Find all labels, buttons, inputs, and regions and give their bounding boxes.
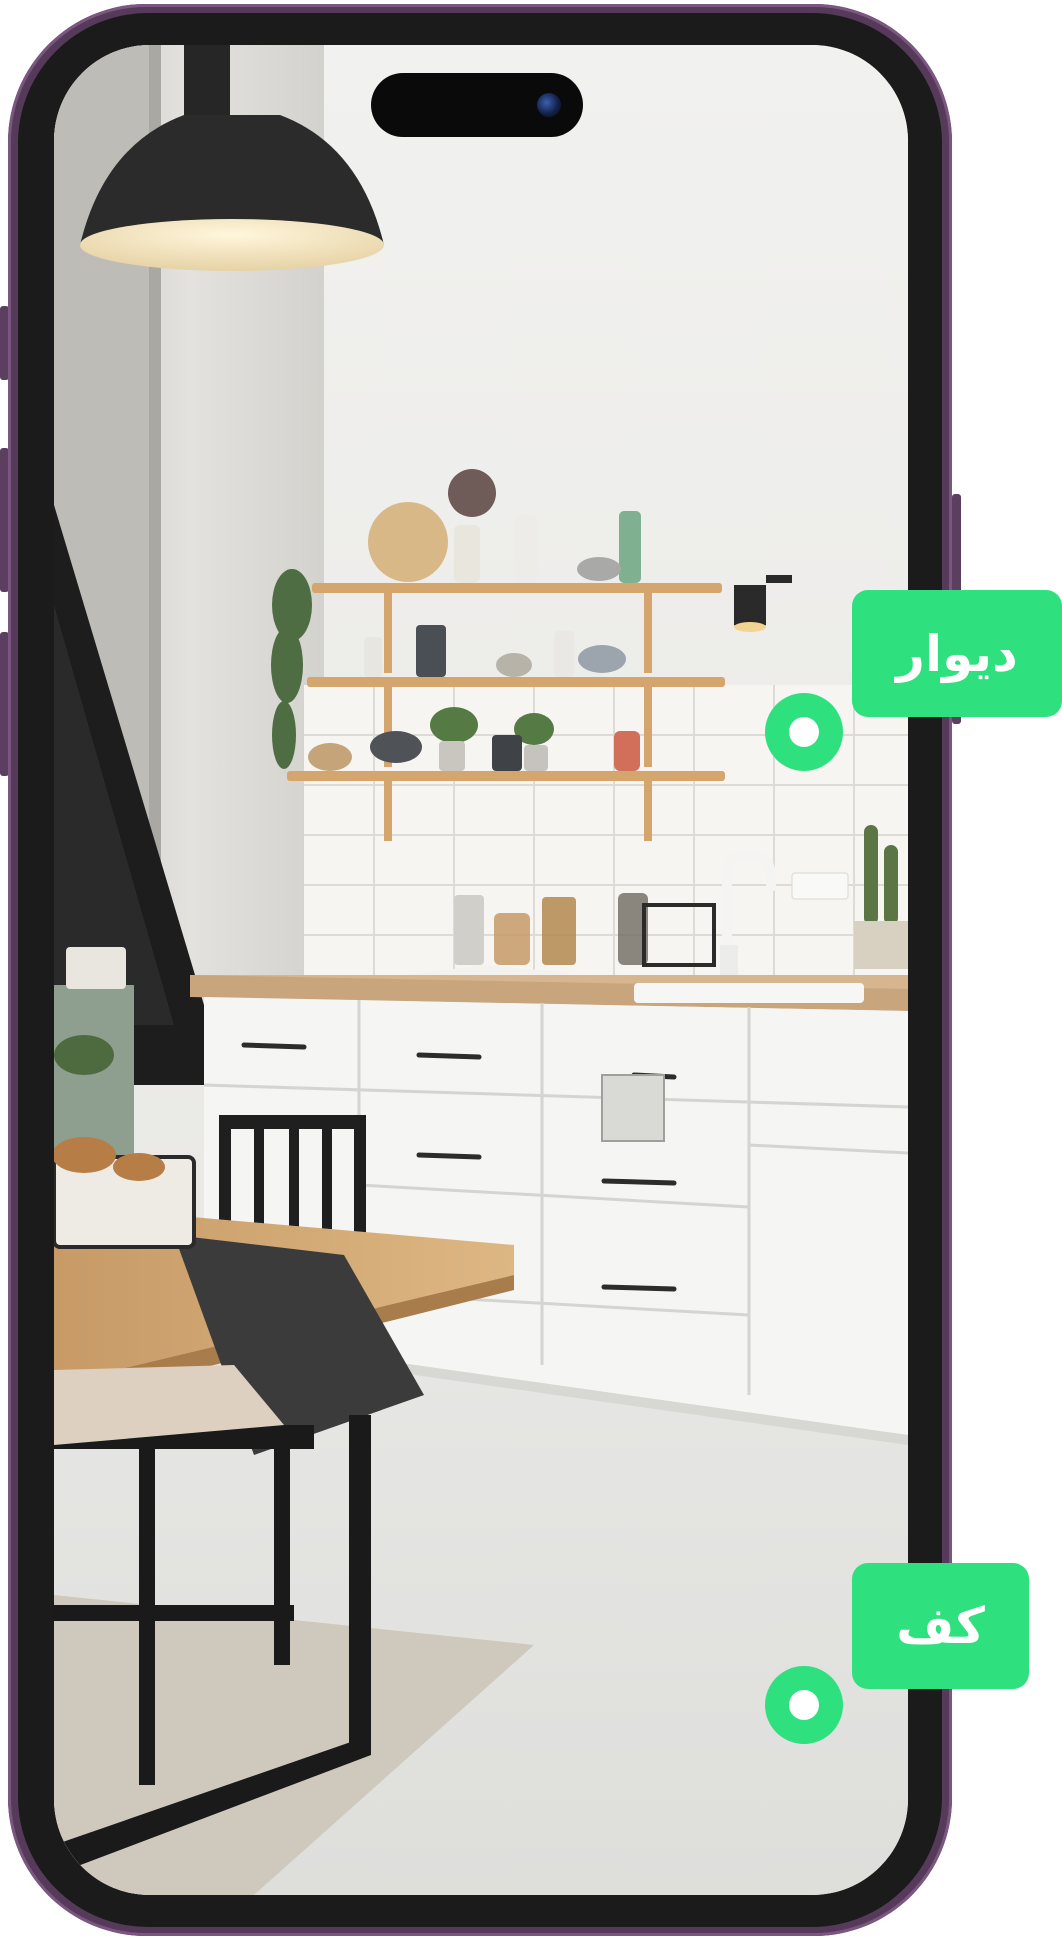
- floor-anchor-point[interactable]: [765, 1666, 843, 1744]
- wall-label[interactable]: دیوار: [852, 590, 1062, 717]
- front-camera-icon: [537, 93, 561, 117]
- floor-label[interactable]: کف: [852, 1563, 1029, 1689]
- camera-view[interactable]: [54, 45, 908, 1895]
- dynamic-island: [371, 73, 583, 137]
- wall-anchor-point[interactable]: [765, 693, 843, 771]
- kitchen-scene-image: [54, 45, 908, 1895]
